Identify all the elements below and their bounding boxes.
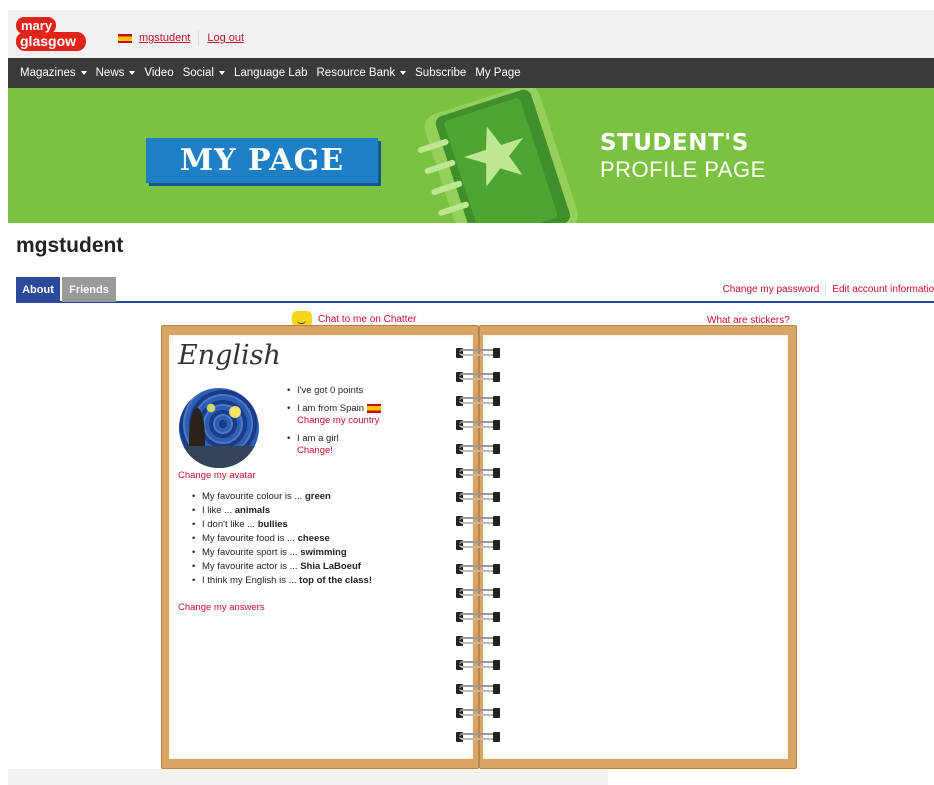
- svg-text:glasgow: glasgow: [20, 33, 76, 49]
- page: mary glasgow mgstudent Log out Magazines…: [0, 0, 934, 785]
- spain-flag-icon: [118, 33, 132, 43]
- spiral-ring: [454, 439, 502, 463]
- chatter-link[interactable]: Chat to me on Chatter: [318, 314, 416, 325]
- answer-item: My favourite food is ... cheese: [190, 532, 372, 546]
- spiral-ring: [454, 583, 502, 607]
- spiral-ring: [454, 487, 502, 511]
- country-item: I am from Spain Change my country: [285, 403, 381, 427]
- nav-magazines[interactable]: Magazines: [20, 67, 87, 79]
- mary-glasgow-logo[interactable]: mary glasgow: [16, 17, 86, 51]
- nav-video[interactable]: Video: [144, 67, 173, 79]
- points-item: I've got 0 points: [285, 385, 381, 397]
- answer-item: My favourite actor is ... Shia LaBoeuf: [190, 560, 372, 574]
- nav-news[interactable]: News: [96, 67, 136, 79]
- banner-title-line2: PROFILE PAGE: [600, 157, 766, 182]
- page-title: mgstudent: [16, 234, 124, 257]
- banner-title-line1: STUDENT'S: [600, 130, 749, 156]
- tab-about[interactable]: About: [16, 277, 60, 302]
- answer-item: I don't like ... bullies: [190, 518, 372, 532]
- change-gender-link[interactable]: Change!: [297, 445, 381, 457]
- change-avatar-link[interactable]: Change my avatar: [178, 470, 256, 481]
- user-box: mgstudent Log out: [118, 30, 244, 46]
- change-country-link[interactable]: Change my country: [297, 415, 381, 427]
- spiral-ring: [454, 655, 502, 679]
- nav-subscribe[interactable]: Subscribe: [415, 67, 466, 79]
- spiral-ring: [454, 631, 502, 655]
- svg-text:mary: mary: [21, 18, 53, 33]
- divider: [825, 283, 827, 295]
- spiral-ring: [454, 703, 502, 727]
- change-answers-link[interactable]: Change my answers: [178, 602, 265, 613]
- nav-social[interactable]: Social: [183, 67, 225, 79]
- caret-down-icon: [80, 71, 87, 75]
- spiral-ring: [454, 679, 502, 703]
- divider: [198, 30, 200, 46]
- nav-my-page[interactable]: My Page: [475, 67, 520, 79]
- tab-friends[interactable]: Friends: [62, 277, 116, 302]
- avatar-town: [179, 446, 259, 468]
- main-nav: Magazines News Video Social Language Lab…: [8, 58, 934, 88]
- avatar: [179, 388, 259, 468]
- caret-down-icon: [400, 71, 407, 75]
- my-page-badge: MY PAGE: [146, 138, 378, 183]
- notebook-page-right: [483, 335, 788, 759]
- username-link[interactable]: mgstudent: [139, 32, 190, 44]
- spiral-ring: [454, 559, 502, 583]
- change-password-link[interactable]: Change my password: [723, 284, 820, 295]
- top-bar: mary glasgow mgstudent Log out: [8, 10, 934, 58]
- nav-language-lab[interactable]: Language Lab: [234, 67, 308, 79]
- footer-strip: [8, 769, 608, 785]
- spiral-ring: [454, 367, 502, 391]
- my-page-banner: MY PAGE STUDENT'S PROFILE PAGE: [8, 88, 934, 223]
- gender-item: I am a girl Change!: [285, 433, 381, 457]
- profile-facts: I've got 0 points I am from Spain Change…: [285, 385, 381, 463]
- subject-title: English: [178, 340, 281, 371]
- answer-item: I like ... animals: [190, 504, 372, 518]
- spiral-ring: [454, 727, 502, 751]
- banner-title: STUDENT'S PROFILE PAGE: [600, 130, 766, 182]
- logout-link[interactable]: Log out: [207, 32, 244, 44]
- answers-list: My favourite colour is ... green I like …: [190, 490, 372, 588]
- caret-down-icon: [129, 71, 136, 75]
- spain-flag-icon: [366, 403, 381, 413]
- spiral-ring: [454, 607, 502, 631]
- answer-item: My favourite colour is ... green: [190, 490, 372, 504]
- spiral-ring: [454, 535, 502, 559]
- spiral-ring: [454, 391, 502, 415]
- answer-item: My favourite sport is ... swimming: [190, 546, 372, 560]
- profile-tabs: About Friends Change my password Edit ac…: [16, 277, 934, 303]
- spiral-ring: [454, 511, 502, 535]
- caret-down-icon: [218, 71, 225, 75]
- answer-item: I think my English is ... top of the cla…: [190, 574, 372, 588]
- edit-account-link[interactable]: Edit account informatio: [832, 284, 934, 295]
- spiral-binding: [454, 343, 502, 751]
- spiral-ring: [454, 415, 502, 439]
- spiral-ring: [454, 463, 502, 487]
- spiral-ring: [454, 343, 502, 367]
- notebook-star-icon: [417, 88, 578, 223]
- nav-resource-bank[interactable]: Resource Bank: [317, 67, 407, 79]
- account-links: Change my password Edit account informat…: [723, 283, 934, 295]
